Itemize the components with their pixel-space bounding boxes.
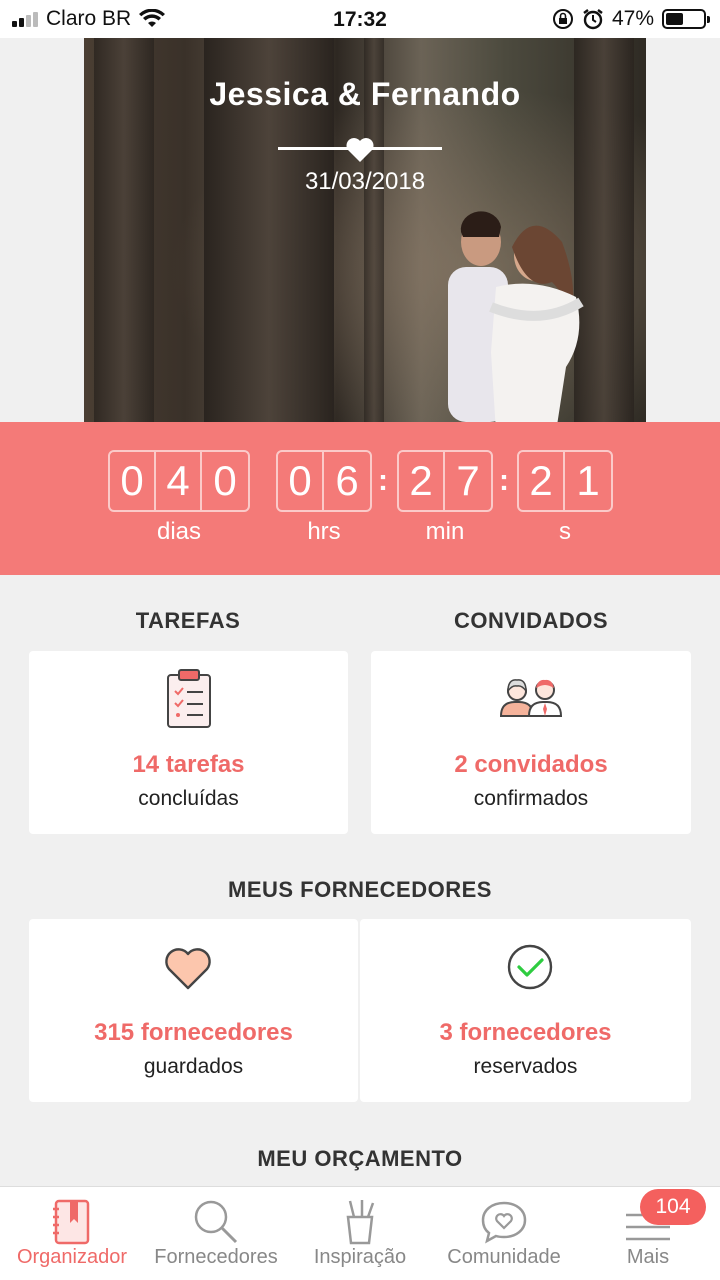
days-label: dias (156, 518, 202, 545)
minutes-counter: 2 7 (397, 450, 493, 512)
hours-counter: 0 6 (276, 450, 372, 512)
notification-badge: 104 (640, 1189, 706, 1225)
hour-digit: 6 (335, 457, 359, 504)
day-digit: 4 (156, 452, 202, 510)
battery-icon (662, 9, 710, 29)
guests-icon (499, 679, 563, 717)
tasks-completed-label: concluídas (138, 787, 239, 810)
search-icon (194, 1200, 238, 1244)
nav-inspiracao[interactable]: Inspiração (288, 1187, 432, 1280)
vendors-title: MEUS FORNECEDORES (228, 877, 492, 902)
budget-title: MEU ORÇAMENTO (257, 1146, 463, 1171)
guests-title: CONVIDADOS (453, 608, 609, 633)
notebook-icon (53, 1199, 90, 1245)
tasks-completed-count: 14 tarefas (132, 751, 245, 778)
nav-fornecedores[interactable]: Fornecedores (144, 1187, 288, 1280)
bottom-navigation: Organizador Fornecedores Inspiração Comu… (0, 1186, 720, 1280)
minute-digit: 7 (456, 457, 480, 504)
orientation-lock-icon (552, 9, 573, 29)
minute-digit: 2 (399, 452, 445, 510)
guests-confirmed-count: 2 convidados (454, 751, 608, 778)
battery-percent: 47% (611, 7, 654, 30)
hour-digit: 0 (278, 452, 324, 510)
seconds-counter: 2 1 (517, 450, 613, 512)
nav-label: Fornecedores (154, 1246, 278, 1268)
tasks-card[interactable]: 14 tarefas concluídas (29, 651, 348, 834)
booked-vendors-count: 3 fornecedores (439, 1019, 612, 1046)
day-digit: 0 (110, 452, 156, 510)
alarm-icon (583, 9, 603, 30)
check-circle-icon (507, 944, 553, 990)
second-digit: 1 (576, 457, 600, 504)
guests-confirmed-label: confirmados (473, 787, 589, 810)
heart-divider-icon (278, 138, 442, 162)
seconds-label: s (559, 518, 571, 545)
saved-vendors-label: guardados (143, 1055, 244, 1078)
tasks-title: TAREFAS (135, 608, 241, 633)
couple-figure (448, 211, 584, 422)
nav-label: Organizador (16, 1246, 128, 1268)
pencil-cup-icon (346, 1200, 375, 1245)
minutes-label: min (425, 518, 465, 545)
saved-vendors-card[interactable]: 315 fornecedores guardados (29, 919, 358, 1102)
status-bar: Claro BR 17:32 47% (0, 0, 720, 38)
nav-label: Mais (626, 1246, 670, 1268)
heart-icon (165, 948, 211, 990)
booked-vendors-card[interactable]: 3 fornecedores reservados (360, 919, 691, 1102)
nav-comunidade[interactable]: Comunidade (432, 1187, 576, 1280)
clipboard-icon (167, 669, 211, 728)
countdown-banner: 0 4 0 0 6 : 2 7 : 2 1 dias hrs min s (0, 422, 720, 575)
nav-label: Inspiração (313, 1246, 407, 1268)
wedding-date: 31/03/2018 (304, 168, 426, 195)
couple-names: Jessica & Fernando (209, 76, 521, 112)
guests-card[interactable]: 2 convidados confirmados (371, 651, 691, 834)
time-separator: : (378, 464, 388, 497)
booked-vendors-label: reservados (473, 1055, 578, 1078)
hours-label: hrs (307, 518, 341, 545)
days-counter: 0 4 0 (108, 450, 250, 512)
saved-vendors-count: 315 fornecedores (94, 1019, 293, 1046)
time-separator: : (499, 464, 509, 497)
chat-heart-icon (481, 1201, 527, 1244)
nav-label: Comunidade (447, 1246, 561, 1268)
second-digit: 2 (519, 452, 565, 510)
nav-organizador[interactable]: Organizador (0, 1187, 144, 1280)
couple-photo: Jessica & Fernando 31/03/2018 (84, 38, 646, 422)
day-digit: 0 (213, 457, 237, 504)
